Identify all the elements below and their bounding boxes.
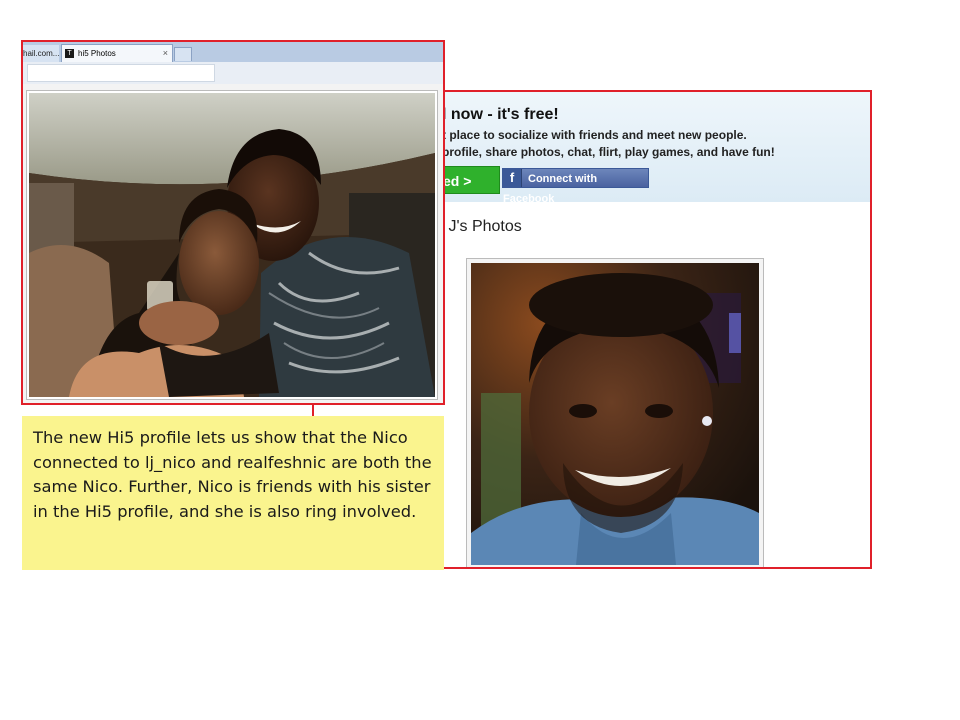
tab-gmail[interactable]: hail.com... <box>23 45 59 62</box>
tab-hi5-photos[interactable]: Thi5 Photos × <box>61 44 173 62</box>
address-bar <box>23 62 443 84</box>
caption-text: The new Hi5 profile lets us show that th… <box>33 428 432 521</box>
photos-heading: y J's Photos <box>436 218 522 235</box>
banner-description-line1: t place to socialize with friends and me… <box>442 128 747 142</box>
profile-photo-frame[interactable] <box>466 258 764 567</box>
close-icon[interactable]: × <box>163 45 168 62</box>
banner-description-line2: profile, share photos, chat, flirt, play… <box>442 145 775 159</box>
facebook-icon: f <box>503 169 522 187</box>
group-photo <box>29 93 435 397</box>
tab-strip: hail.com... Thi5 Photos × <box>23 42 443 62</box>
hi5-favicon-icon: T <box>65 49 74 59</box>
photo-icon <box>29 93 435 397</box>
group-photo-frame[interactable] <box>26 90 438 400</box>
browser-viewport <box>23 84 443 403</box>
photo-icon <box>471 263 759 565</box>
tab-hi5-photos-label: hi5 Photos <box>78 49 116 58</box>
facebook-icon-letter: f <box>509 170 515 185</box>
browser-screenshot: hail.com... Thi5 Photos × <box>21 40 445 405</box>
connect-with-facebook-button[interactable]: f Connect with Facebook <box>502 168 649 205</box>
new-tab-button[interactable] <box>174 47 192 61</box>
caption-box: The new Hi5 profile lets us show that th… <box>22 416 444 570</box>
address-input[interactable] <box>27 64 215 82</box>
banner-title: l now - it's free! <box>442 106 559 123</box>
profile-photo <box>471 263 759 565</box>
